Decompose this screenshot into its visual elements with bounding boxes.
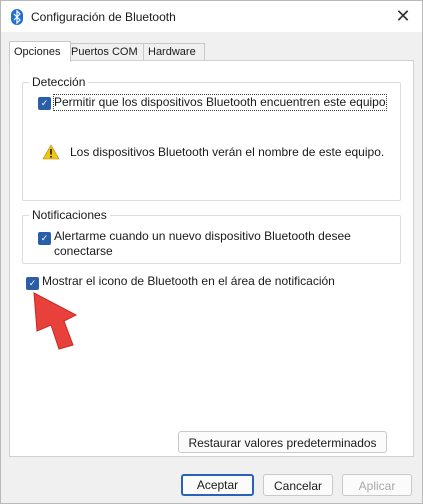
bluetooth-icon: [11, 9, 23, 25]
tab-puertos-com[interactable]: Puertos COM: [66, 43, 146, 61]
alert-new-device-label-line1[interactable]: Alertarme cuando un nuevo dispositivo Bl…: [54, 229, 351, 244]
warning-text: Los dispositivos Bluetooth verán el nomb…: [70, 145, 385, 159]
cancel-button[interactable]: Cancelar: [263, 474, 333, 496]
notifications-legend: Notificaciones: [32, 208, 107, 222]
alert-new-device-checkbox[interactable]: ✓: [38, 232, 51, 245]
close-button[interactable]: ✕: [392, 5, 414, 27]
options-tab-panel: Detección ✓ Permitir que los dispositivo…: [9, 60, 414, 457]
detection-legend: Detección: [32, 75, 86, 89]
title-bar: Configuración de Bluetooth ✕: [1, 1, 422, 32]
tab-opciones[interactable]: Opciones: [9, 41, 71, 62]
allow-discovery-label[interactable]: Permitir que los dispositivos Bluetooth …: [53, 94, 387, 111]
detection-group: Detección: [22, 75, 401, 201]
window-title: Configuración de Bluetooth: [31, 10, 176, 24]
accept-button[interactable]: Aceptar: [181, 474, 254, 496]
allow-discovery-checkbox[interactable]: ✓: [38, 97, 51, 110]
show-tray-icon-checkbox[interactable]: ✓: [26, 277, 39, 290]
tab-hardware[interactable]: Hardware: [143, 43, 205, 61]
alert-new-device-label-line2[interactable]: conectarse: [54, 244, 113, 259]
apply-button[interactable]: Aplicar: [342, 474, 412, 496]
show-tray-icon-label[interactable]: Mostrar el icono de Bluetooth en el área…: [42, 274, 335, 289]
warning-icon: [42, 144, 60, 160]
restore-defaults-button[interactable]: Restaurar valores predeterminados: [178, 431, 387, 453]
red-arrow-icon: [33, 292, 78, 350]
bluetooth-settings-dialog: Configuración de Bluetooth ✕ Opciones Pu…: [0, 0, 423, 504]
